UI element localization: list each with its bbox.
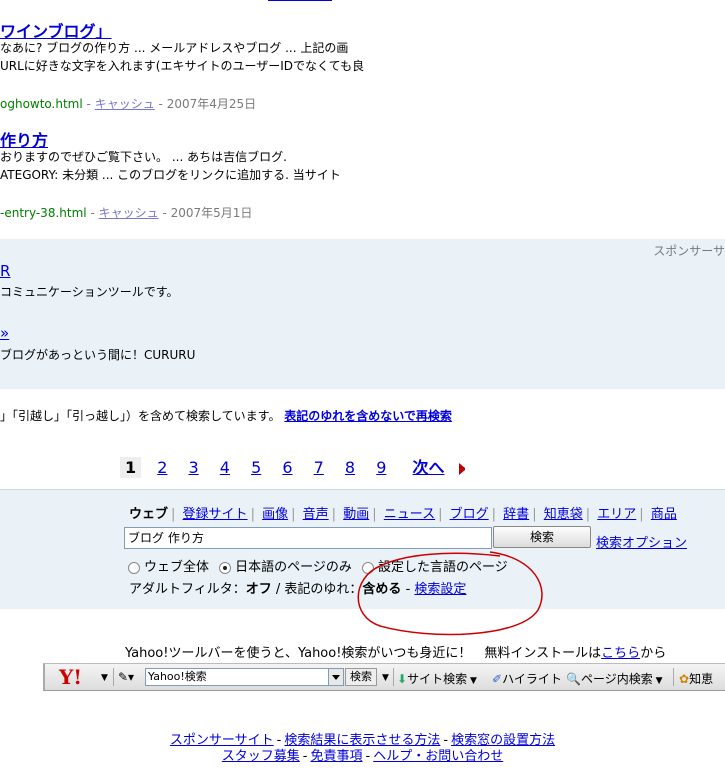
page-search-icon: 🔍 <box>566 672 581 686</box>
tab-chiebukuro[interactable]: 知恵袋 <box>544 507 583 522</box>
sponsor-ad-1-title[interactable]: R <box>0 262 10 280</box>
sponsor-panel <box>0 239 725 389</box>
next-page-button[interactable]: 次へ <box>402 452 485 480</box>
highlight-label: ハイライト <box>502 672 562 686</box>
yure-notice-text: 」「引越し」「引っ越し」）を含めて検索しています。 <box>0 409 281 423</box>
footer-line-1: スポンサーサイト - 検索結果に表示させる方法 - 検索窓の設置方法 <box>169 733 556 748</box>
search-input[interactable]: ブログ 作り方 <box>124 527 492 549</box>
yure-exclude-link[interactable]: 表記のゆれを含めないで再検索 <box>284 409 452 423</box>
chiebukuro-label: 知恵 <box>689 672 714 686</box>
tab-dictionary[interactable]: 辞書 <box>503 507 529 522</box>
radio-web-all-label: ウェブ全体 <box>144 560 210 575</box>
site-search-icon: ⬇ <box>397 672 408 686</box>
sponsor-ad-2-title[interactable]: » <box>0 324 9 342</box>
footer-staff-link[interactable]: スタッフ募集 <box>222 749 300 764</box>
sponsor-ad-1-desc: コミュニケーションツールです。 <box>0 285 179 299</box>
toolbar-promo-text: Yahoo!ツールバーを使うと、Yahoo!検索がいつも身近に！ 無料インストー… <box>125 646 602 661</box>
toolbar-promo-suffix: から <box>640 646 667 661</box>
tab-news[interactable]: ニュース <box>384 507 435 522</box>
sponsor-label: スポンサーサ <box>653 244 725 258</box>
footer-sponsor-site-link[interactable]: スポンサーサイト <box>170 733 274 748</box>
result-2-snippet-2: ATEGORY: 未分類 ... このブログをリンクに追加する. 当サイト <box>0 168 341 182</box>
toolbar-input-dropdown-icon[interactable] <box>328 668 344 686</box>
result-2-cache-link[interactable]: キャッシュ <box>99 206 159 220</box>
top-link-fragment[interactable] <box>268 0 332 3</box>
highlight-icon: ✐ <box>492 672 503 686</box>
adult-filter-value: オフ <box>245 582 272 597</box>
page-search-label: ページ内検索 <box>580 672 653 686</box>
chiebukuro-icon: ✿ <box>679 672 690 686</box>
page-link-8[interactable]: 8 <box>340 457 360 478</box>
toolbar-install-link[interactable]: こちら <box>601 646 640 661</box>
toolbar-search-button[interactable]: 検索 <box>345 668 377 686</box>
result-2-date: 2007年5月1日 <box>170 206 253 220</box>
sponsor-ad-2-desc: ブログがあっという間に！CURURU <box>0 348 196 362</box>
tab-blog[interactable]: ブログ <box>450 507 489 522</box>
tab-products[interactable]: 商品 <box>651 507 677 522</box>
result-1-date: 2007年4月25日 <box>166 97 257 111</box>
result-2-url: -entry-38.html <box>0 206 87 220</box>
result-1-snippet-2: URLに好きな文字を入れます(エキサイトのユーザーIDでなくても良 <box>0 59 365 73</box>
radio-japanese-only[interactable]: 日本語のページのみ <box>219 560 352 575</box>
footer: スポンサーサイト - 検索結果に表示させる方法 - 検索窓の設置方法 スタッフ募集 - 免責… <box>0 733 725 765</box>
toolbar-search-input[interactable]: Yahoo!検索 <box>145 668 331 686</box>
tab-web: ウェブ <box>129 507 169 522</box>
tab-images[interactable]: 画像 <box>262 507 288 522</box>
result-2-snippet-1: おりますのでぜひご覧下さい。 ... あちは吉信ブログ. <box>0 150 287 164</box>
yure-notice: 」「引越し」「引っ越し」）を含めて検索しています。 表記のゆれを含めないで再検索 <box>0 407 452 424</box>
tab-video[interactable]: 動画 <box>343 507 369 522</box>
pagination: 1 2 3 4 5 6 7 8 9 次へ <box>120 452 492 480</box>
radio-japanese-only-icon <box>219 561 232 574</box>
tab-registered-sites[interactable]: 登録サイト <box>183 507 248 522</box>
page-link-9[interactable]: 9 <box>371 457 391 478</box>
radio-web-all-icon <box>128 561 140 574</box>
footer-help-link[interactable]: ヘルプ・お問い合わせ <box>373 749 503 764</box>
result-1-snippet-1: なあに? ブログの作り方 ... メールアドレスやブログ ... 上記の画 <box>0 41 349 55</box>
toolbar-promo: Yahoo!ツールバーを使うと、Yahoo!検索がいつも身近に！ 無料インストー… <box>125 642 666 661</box>
yahoo-toolbar: Y! ▼ ✎▾ Yahoo!検索 検索 ▼ ⬇サイト検索 ▼ ✐ハイライト 🔍ペ… <box>43 663 725 691</box>
search-tabs: ウェブ | 登録サイト | 画像 | 音声 | 動画 | ニュース | ブログ | 辞書 | 知… <box>129 507 677 522</box>
tab-area[interactable]: エリア <box>597 507 636 522</box>
page-current: 1 <box>120 457 142 478</box>
page-link-7[interactable]: 7 <box>309 457 329 478</box>
page-search-button[interactable]: 🔍ページ内検索 ▼ <box>566 670 663 687</box>
radio-japanese-only-label: 日本語のページのみ <box>235 560 352 575</box>
result-1-url: oghowto.html <box>0 97 83 111</box>
radio-web-all[interactable]: ウェブ全体 <box>128 560 209 575</box>
highlight-button[interactable]: ✐ハイライト <box>492 670 562 687</box>
result-1-cache-link[interactable]: キャッシュ <box>95 97 155 111</box>
yahoo-logo-icon[interactable]: Y! <box>59 665 82 689</box>
site-search-button[interactable]: ⬇サイト検索 ▼ <box>397 670 477 687</box>
result-2-meta: -entry-38.html - キャッシュ - 2007年5月1日 <box>0 206 253 220</box>
result-1-meta: oghowto.html - キャッシュ - 2007年4月25日 <box>0 97 257 111</box>
site-search-label: サイト検索 <box>407 672 468 686</box>
footer-line-2: スタッフ募集 - 免責事項 - ヘルプ・お問い合わせ <box>221 749 504 764</box>
chiebukuro-button[interactable]: ✿知恵 <box>679 670 713 687</box>
page-link-5[interactable]: 5 <box>246 457 266 478</box>
footer-disclaimer-link[interactable]: 免責事項 <box>310 749 362 764</box>
next-page-label: 次へ <box>412 458 445 477</box>
next-arrow-icon <box>458 462 475 475</box>
search-button[interactable]: 検索 <box>493 526 591 548</box>
annotation-circle <box>357 551 543 636</box>
toolbar-search-dropdown-icon[interactable]: ▼ <box>382 673 389 683</box>
footer-how-to-display-link[interactable]: 検索結果に表示させる方法 <box>284 733 440 748</box>
adult-filter-label: アダルトフィルタ： <box>129 582 246 597</box>
page-link-6[interactable]: 6 <box>277 457 297 478</box>
search-options-link[interactable]: 検索オプション <box>596 532 687 551</box>
footer-searchbox-install-link[interactable]: 検索窓の設置方法 <box>451 733 555 748</box>
logo-dropdown-icon[interactable]: ▼ <box>101 673 108 683</box>
tab-audio[interactable]: 音声 <box>303 507 329 522</box>
page-link-2[interactable]: 2 <box>152 457 172 478</box>
page-link-4[interactable]: 4 <box>215 457 235 478</box>
yure-label: / 表記のゆれ： <box>271 582 363 597</box>
page-link-3[interactable]: 3 <box>184 457 204 478</box>
pencil-icon[interactable]: ✎▾ <box>118 670 134 684</box>
